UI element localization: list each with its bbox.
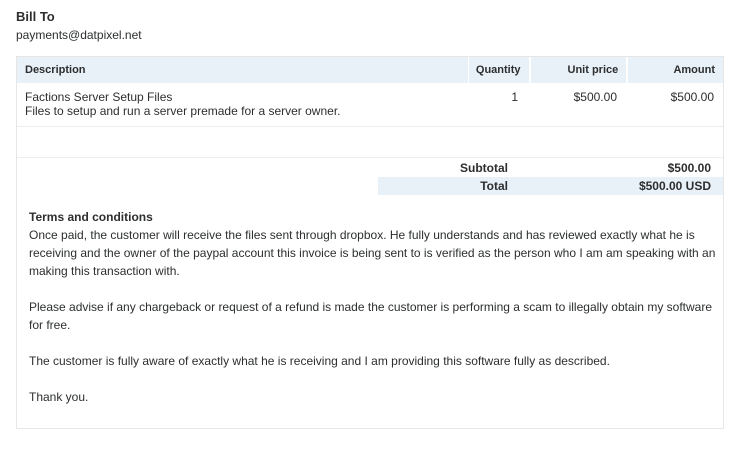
item-amount: $500.00	[670, 90, 714, 104]
terms-paragraph: The customer is fully aware of exactly w…	[29, 354, 610, 368]
bill-to-section: Bill To payments@datpixel.net	[16, 9, 142, 42]
invoice-table: Description Quantity Unit price Amount F…	[16, 56, 724, 429]
subtotal-label: Subtotal	[460, 161, 508, 175]
item-unit-price: $500.00	[573, 90, 617, 104]
total-label: Total	[480, 179, 508, 193]
header-description: Description	[17, 57, 468, 83]
header-amount: Amount	[628, 57, 723, 83]
bill-to-email: payments@datpixel.net	[16, 28, 142, 42]
bill-to-title: Bill To	[16, 9, 55, 24]
total-value: $500.00 USD	[638, 179, 711, 193]
terms-title: Terms and conditions	[29, 210, 153, 224]
item-description: Files to setup and run a server premade …	[25, 104, 341, 118]
header-unit-price: Unit price	[530, 57, 627, 83]
item-name: Factions Server Setup Files	[25, 90, 173, 104]
table-row: Factions Server Setup Files Files to set…	[17, 83, 723, 127]
terms-paragraph: Once paid, the customer will receive the…	[29, 228, 716, 278]
table-header: Description Quantity Unit price Amount	[17, 57, 723, 83]
header-quantity: Quantity	[468, 57, 529, 83]
subtotal-row: Subtotal $500.00	[378, 159, 723, 177]
terms-section: Terms and conditions Once paid, the cust…	[29, 208, 719, 424]
item-quantity: 1	[511, 90, 518, 104]
total-row: Total $500.00 USD	[378, 177, 723, 195]
terms-paragraph: Please advise if any chargeback or reque…	[29, 300, 712, 332]
subtotal-value: $500.00	[667, 161, 711, 175]
totals-section: Subtotal $500.00 Total $500.00 USD	[378, 159, 723, 195]
empty-row	[17, 128, 723, 158]
terms-closing: Thank you.	[29, 390, 89, 404]
